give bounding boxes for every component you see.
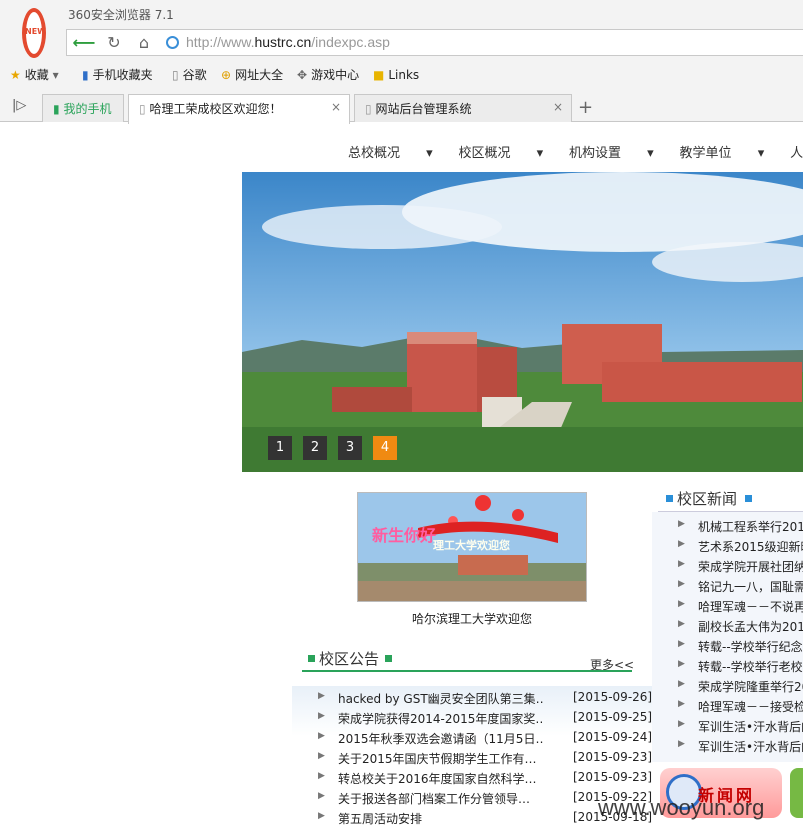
gamepad-icon: ✥ [297, 68, 308, 82]
arrow-icon: ▶ [318, 791, 325, 801]
bullet-icon [308, 655, 315, 662]
slider-dot[interactable]: 2 [303, 436, 327, 460]
nav-item[interactable]: 总校概况 ▾ [348, 142, 433, 161]
campus-banner-image [242, 172, 803, 472]
slider-dot-active[interactable]: 4 [373, 436, 397, 460]
bullet-icon [745, 495, 753, 502]
arrow-icon: ▶ [678, 539, 685, 549]
arrow-icon: ▶ [678, 699, 685, 709]
news-item[interactable]: ▶ 荣成学院开展社团纳 [678, 558, 803, 578]
news-item[interactable]: ▶ 艺术系2015级迎新晚 [678, 538, 803, 558]
close-icon[interactable]: × [331, 100, 341, 114]
address-bar[interactable]: ⟵ ↻ ⌂ http://www.hustrc.cn/indexpc.asp [66, 29, 803, 56]
browser-logo-icon[interactable]: NEW [22, 8, 46, 58]
arrow-icon: ▶ [678, 579, 685, 589]
arrow-icon: ▶ [678, 679, 685, 689]
notice-item[interactable]: ▶ 转总校关于2016年度国家自然科学… [2015-09-23] [318, 770, 652, 790]
notice-item[interactable]: ▶ hacked by GST幽灵安全团队第三集… [2015-09-26] [318, 690, 652, 710]
close-icon[interactable]: × [553, 100, 563, 114]
arrow-icon: ▶ [678, 599, 685, 609]
arrow-icon: ▶ [678, 639, 685, 649]
svg-text:新生你好: 新生你好 [372, 526, 436, 545]
arrow-icon: ▶ [318, 811, 325, 821]
url-text[interactable]: http://www.hustrc.cn/indexpc.asp [186, 34, 390, 50]
tab-my-phone[interactable]: ▮ 我的手机 [42, 94, 124, 122]
notice-item[interactable]: ▶ 关于2015年国庆节假期学生工作有… [2015-09-23] [318, 750, 652, 770]
back-arrow-icon[interactable]: ⟵ [69, 30, 99, 55]
tab-bar: |▷ ▮ 我的手机 ▯ 哈理工荣成校区欢迎您！ × ▯ 网站后台管理系统 × + [0, 92, 803, 124]
bookmark-favorites[interactable]: ★ 收藏 ▾ [10, 66, 59, 84]
window-title: 360安全浏览器 7.1 [68, 8, 174, 22]
nav-item[interactable]: 人才培养 ▾ [790, 142, 803, 161]
page-icon: ▯ [139, 102, 146, 116]
news-section-title: 校区新闻 [666, 488, 756, 509]
arrow-icon: ▶ [678, 659, 685, 669]
slider-dot[interactable]: 1 [268, 436, 292, 460]
tab-admin[interactable]: ▯ 网站后台管理系统 × [354, 94, 572, 122]
phone-icon: ▮ [82, 68, 89, 82]
news-item[interactable]: ▶ 副校长孟大伟为2015 [678, 618, 803, 638]
bookmark-site-directory[interactable]: ⊕ 网址大全 [221, 66, 283, 84]
arrow-icon: ▶ [678, 719, 685, 729]
arrow-icon: ▶ [318, 771, 325, 781]
notice-item[interactable]: ▶ 2015年秋季双选会邀请函（11月5日… [2015-09-24] [318, 730, 652, 750]
plus-circle-icon: ⊕ [221, 68, 232, 82]
news-item[interactable]: ▶ 机械工程系举行2015 [678, 518, 803, 538]
page-icon: ▯ [365, 102, 372, 116]
bookmark-links[interactable]: ■ Links [373, 66, 419, 84]
welcome-photo[interactable]: 理工大学欢迎您 新生你好 [357, 492, 587, 602]
browser-chrome: NEW 360安全浏览器 7.1 ⟵ ↻ ⌂ http://www.hustrc… [0, 0, 803, 124]
news-item[interactable]: ▶ 哈理军魂－－接受检 [678, 698, 803, 718]
slider-dot[interactable]: 3 [338, 436, 362, 460]
bookmark-google[interactable]: ▯ 谷歌 [172, 66, 207, 84]
notice-section-title: 校区公告 [308, 648, 396, 669]
globe-icon [166, 36, 179, 49]
nav-item[interactable]: 机构设置 ▾ [569, 142, 654, 161]
section-divider [302, 670, 632, 672]
news-item[interactable]: ▶ 铭记九一八，国耻需 [678, 578, 803, 598]
page-icon: ▯ [172, 68, 179, 82]
tab-campus-home[interactable]: ▯ 哈理工荣成校区欢迎您！ × [128, 94, 350, 124]
star-icon: ★ [10, 68, 21, 82]
arrow-icon: ▶ [318, 691, 325, 701]
bookmark-games[interactable]: ✥ 游戏中心 [297, 66, 359, 84]
notice-item[interactable]: ▶ 荣成学院获得2014-2015年度国家奖… [2015-09-25] [318, 710, 652, 730]
arrow-icon: ▶ [678, 619, 685, 629]
news-item[interactable]: ▶ 转载--学校举行纪念 [678, 638, 803, 658]
arrow-icon: ▶ [318, 731, 325, 741]
folder-icon: ■ [373, 68, 385, 82]
arrow-icon: ▶ [318, 751, 325, 761]
home-icon[interactable]: ⌂ [129, 30, 159, 55]
sidebar-toggle-icon[interactable]: |▷ [12, 98, 26, 113]
svg-text:理工大学欢迎您: 理工大学欢迎您 [433, 538, 510, 552]
nav-item[interactable]: 校区概况 ▾ [459, 142, 544, 161]
watermark: www.wooyun.org [598, 795, 765, 820]
bullet-icon [385, 655, 393, 662]
arrow-icon: ▶ [678, 519, 685, 529]
dropdown-icon: ▾ [52, 68, 59, 82]
secondary-banner[interactable] [790, 768, 803, 818]
bookmark-mobile[interactable]: ▮ 手机收藏夹 [82, 66, 153, 84]
news-item[interactable]: ▶ 转载--学校举行老校 [678, 658, 803, 678]
welcome-caption[interactable]: 哈尔滨理工大学欢迎您 [357, 610, 587, 627]
new-tab-icon[interactable]: + [578, 97, 593, 118]
arrow-icon: ▶ [678, 559, 685, 569]
arrow-icon: ▶ [678, 739, 685, 749]
news-item[interactable]: ▶ 军训生活•汗水背后的 [678, 718, 803, 738]
reload-icon[interactable]: ↻ [99, 30, 129, 55]
news-item[interactable]: ▶ 军训生活•汗水背后的 [678, 738, 803, 758]
news-item[interactable]: ▶ 荣成学院隆重举行20 [678, 678, 803, 698]
nav-item[interactable]: 教学单位 ▾ [680, 142, 765, 161]
main-nav: 总校概况 ▾ 校区概况 ▾ 机构设置 ▾ 教学单位 ▾ 人才培养 ▾ 招 [348, 142, 803, 164]
news-item[interactable]: ▶ 哈理军魂－－不说再 [678, 598, 803, 618]
phone-icon: ▮ [53, 102, 60, 116]
arrow-icon: ▶ [318, 711, 325, 721]
bullet-icon [666, 495, 673, 502]
